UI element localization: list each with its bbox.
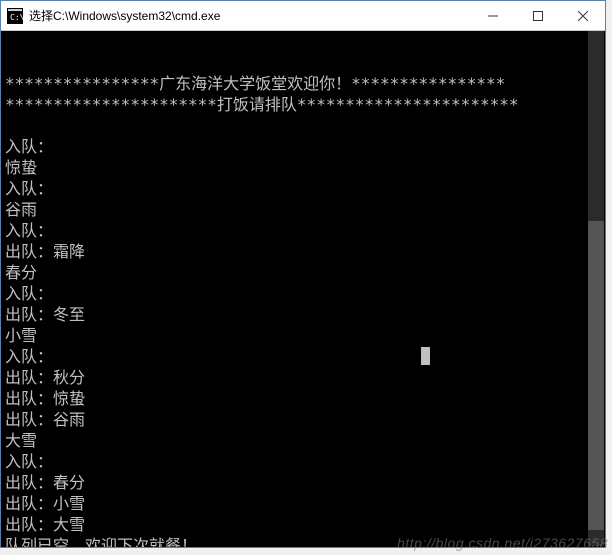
console-line: ****************广东海洋大学饭堂欢迎你！************… bbox=[5, 73, 601, 94]
console-line: 出队：惊蛰 bbox=[5, 388, 601, 409]
console-line: 出队：秋分 bbox=[5, 367, 601, 388]
console-line: **********************打饭请排队*************… bbox=[5, 94, 601, 115]
console-line: 出队：谷雨 bbox=[5, 409, 601, 430]
console-line: 出队：霜降 bbox=[5, 241, 601, 262]
window-title: 选择C:\Windows\system32\cmd.exe bbox=[29, 7, 470, 24]
minimize-button[interactable] bbox=[470, 1, 515, 30]
console-line: 入队： bbox=[5, 220, 601, 241]
titlebar[interactable]: C:\ 选择C:\Windows\system32\cmd.exe bbox=[1, 1, 605, 31]
console-line: 出队：冬至 bbox=[5, 304, 601, 325]
vertical-scrollbar[interactable] bbox=[588, 31, 604, 546]
console-line: 出队：大雪 bbox=[5, 514, 601, 535]
app-window: C:\ 选择C:\Windows\system32\cmd.exe ******… bbox=[0, 0, 606, 548]
text-cursor bbox=[421, 347, 430, 365]
console-line: 入队： bbox=[5, 451, 601, 472]
console-line: 入队： bbox=[5, 178, 601, 199]
console-line: 惊蛰 bbox=[5, 157, 601, 178]
console-line: 春分 bbox=[5, 262, 601, 283]
close-button[interactable] bbox=[560, 1, 605, 30]
console-line: 大雪 bbox=[5, 430, 601, 451]
svg-text:C:\: C:\ bbox=[10, 13, 23, 22]
console-line: 入队： bbox=[5, 346, 601, 367]
console-line: 入队： bbox=[5, 283, 601, 304]
scrollbar-thumb[interactable] bbox=[588, 221, 604, 530]
console-line: 谷雨 bbox=[5, 199, 601, 220]
console-line: 入队： bbox=[5, 136, 601, 157]
watermark-text: http://blog.csdn.net/i273627658 bbox=[397, 535, 608, 551]
console-line: 出队：春分 bbox=[5, 472, 601, 493]
cmd-icon: C:\ bbox=[7, 8, 23, 24]
console-line: 出队：小雪 bbox=[5, 493, 601, 514]
window-controls bbox=[470, 1, 605, 30]
console-line: 小雪 bbox=[5, 325, 601, 346]
console-area[interactable]: ****************广东海洋大学饭堂欢迎你！************… bbox=[1, 31, 605, 547]
console-line bbox=[5, 115, 601, 136]
maximize-button[interactable] bbox=[515, 1, 560, 30]
